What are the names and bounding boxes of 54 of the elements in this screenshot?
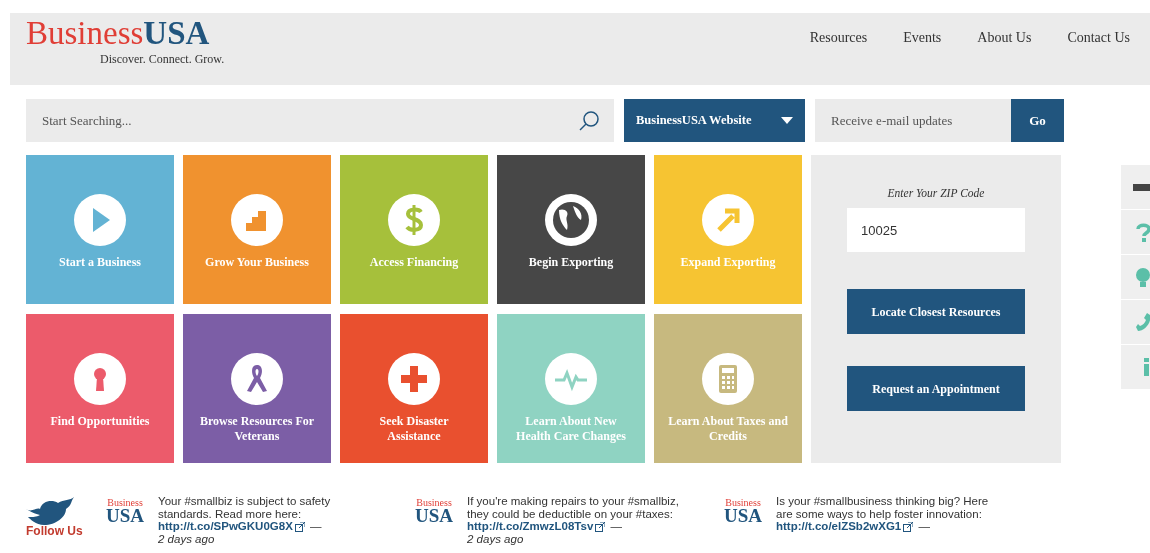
tweet-text: Your #smallbiz is subject to safety standards. Read more here: http://t.co/SPwGKU0G8X — bbox=[158, 495, 332, 533]
tweet-link[interactable]: http://t.co/SPwGKU0G8X bbox=[158, 520, 293, 533]
zip-input-field[interactable]: 10025 bbox=[847, 208, 1025, 253]
info-icon[interactable] bbox=[1141, 358, 1150, 376]
tweet-logo-text: Business bbox=[416, 498, 452, 507]
tweet-logo-text: USA bbox=[415, 507, 453, 525]
search-field[interactable]: Start Searching... bbox=[26, 99, 614, 142]
logo-tagline: Discover. Connect. Grow. bbox=[100, 51, 225, 68]
search-icon bbox=[578, 109, 600, 132]
tweet-logo-text: USA bbox=[724, 507, 762, 525]
tweet-link[interactable]: http://t.co/elZSb2wXG1 bbox=[776, 520, 902, 533]
ribbon-icon bbox=[231, 353, 283, 405]
scope-dropdown[interactable]: BusinessUSA Website bbox=[624, 99, 805, 142]
help-icon[interactable] bbox=[1135, 222, 1150, 242]
dollar-icon bbox=[388, 194, 440, 246]
tweet-time: 2 days ago bbox=[158, 532, 216, 546]
category-tile[interactable]: Begin Exporting bbox=[497, 155, 645, 304]
external-link-icon bbox=[595, 522, 606, 533]
category-tile[interactable]: Seek Disaster Assistance bbox=[340, 314, 488, 463]
keyhole-icon bbox=[74, 353, 126, 405]
logo-text[interactable]: USA bbox=[143, 17, 210, 50]
search-input[interactable]: Start Searching... bbox=[40, 109, 578, 132]
bar-icon[interactable] bbox=[1133, 183, 1150, 191]
action-button[interactable]: Request an Appointment bbox=[847, 366, 1025, 412]
tweet-time: 2 days ago bbox=[467, 532, 525, 546]
email-field[interactable]: Receive e-mail updates bbox=[815, 99, 1011, 142]
plus-icon bbox=[388, 353, 440, 405]
stairs-icon bbox=[231, 194, 283, 246]
logo-text[interactable]: Business bbox=[26, 17, 144, 50]
lightbulb-icon[interactable] bbox=[1135, 267, 1150, 287]
follow-link[interactable]: Follow Us bbox=[26, 525, 83, 539]
go-button[interactable]: Go bbox=[1011, 99, 1064, 142]
action-button[interactable]: Locate Closest Resources bbox=[847, 289, 1025, 335]
nav-link[interactable]: Resources bbox=[809, 27, 868, 48]
external-link-icon bbox=[903, 522, 914, 533]
phone-icon[interactable] bbox=[1136, 313, 1150, 331]
tweet-logo-text: Business bbox=[107, 498, 143, 507]
zip-label: Enter Your ZIP Code bbox=[887, 186, 985, 201]
caret-icon bbox=[781, 116, 793, 125]
email-input[interactable]: Receive e-mail updates bbox=[829, 109, 1011, 132]
nav-link[interactable]: Contact Us bbox=[1067, 27, 1130, 48]
tweet-text: Is your #smallbusiness thinking big? Here are some ways to help foster innovation: http://t.co/elZSb2wXG1 — bbox=[776, 495, 990, 533]
bird-icon bbox=[26, 495, 74, 525]
tweet-text: If you're making repairs to your #smallbiz, they could be deductible on your #taxes: http://t.co/ZmwzL08Tsv — bbox=[467, 495, 680, 533]
category-tile[interactable]: Browse Resources For Veterans bbox=[183, 314, 331, 463]
heartbeat-icon bbox=[545, 353, 597, 405]
play-icon bbox=[74, 194, 126, 246]
external-link-icon bbox=[294, 522, 305, 533]
nav-link[interactable]: About Us bbox=[977, 27, 1032, 48]
calculator-icon bbox=[702, 353, 754, 405]
tweet-logo-text: Business bbox=[725, 498, 761, 507]
tweet-logo-text: USA bbox=[106, 507, 144, 525]
nav-link[interactable]: Events bbox=[903, 27, 942, 48]
tweet-link[interactable]: http://t.co/ZmwzL08Tsv bbox=[467, 520, 594, 533]
